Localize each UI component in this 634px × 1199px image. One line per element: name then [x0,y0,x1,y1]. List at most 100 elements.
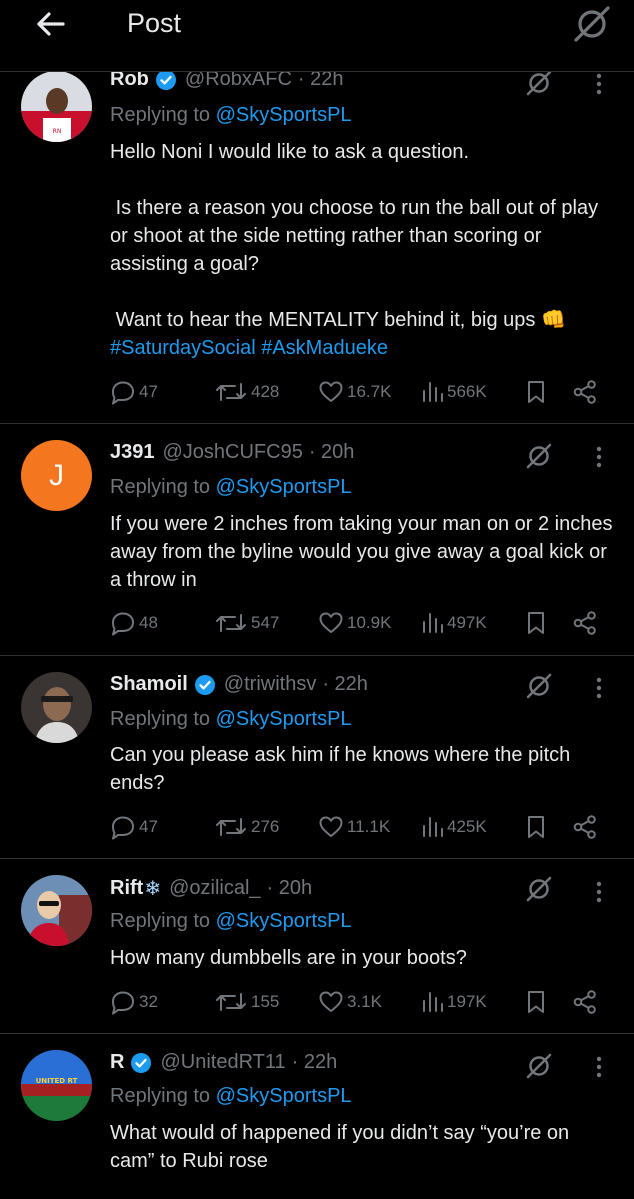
timestamp: · 20h [308,441,355,463]
more-vertical-icon [596,677,602,699]
mention-link[interactable]: @SkySportsPL [216,708,352,730]
reply-tweet[interactable]: Rift ❄ @ozilical_ · 20h Replying to @Sky… [0,859,634,1034]
repost-icon [216,818,246,836]
tweet-text: Can you please ask him if he knows where… [110,744,571,794]
tweet-header: J391 @JoshCUFC95 · 20h [110,441,524,464]
reply-button[interactable]: 32 [110,986,158,1018]
tweet-text: Hello Noni I would like to ask a questio… [110,138,615,362]
repost-icon [216,993,246,1011]
grok-button[interactable] [524,441,554,471]
avatar[interactable] [21,875,92,946]
repost-count: 155 [251,992,280,1011]
repost-count: 547 [251,613,280,632]
reply-icon [112,612,134,636]
mention-link[interactable]: @SkySportsPL [216,1085,352,1107]
view-count: 566K [447,382,487,401]
views-button[interactable]: 566K [420,376,487,408]
grok-button[interactable] [524,874,554,904]
bookmark-button[interactable] [524,986,548,1018]
avatar[interactable]: J [21,440,92,511]
repost-button[interactable]: 276 [214,811,279,843]
views-button[interactable]: 497K [420,607,487,639]
display-name[interactable]: Rift [110,877,143,900]
repost-button[interactable]: 428 [214,376,279,408]
action-bar: 47 428 16.7K 566K [110,376,610,408]
view-count: 197K [447,992,487,1011]
reply-count: 48 [139,613,158,632]
views-button[interactable]: 197K [420,986,487,1018]
repost-button[interactable]: 547 [214,607,279,639]
timestamp: · 22h [322,673,368,695]
like-button[interactable]: 3.1K [318,986,382,1018]
tweet-text: What would of happened if you didn’t say… [110,1122,570,1172]
grok-button[interactable] [524,1051,554,1081]
user-handle[interactable]: @UnitedRT11 [160,1051,285,1074]
share-icon [573,990,596,1014]
reply-count: 47 [139,817,158,836]
share-button[interactable] [572,607,598,639]
more-options-button[interactable] [584,877,614,907]
user-handle[interactable]: @ozilical_ [169,877,260,900]
reply-button[interactable]: 47 [110,811,158,843]
user-handle[interactable]: @JoshCUFC95 [163,441,303,464]
top-bar: Post [0,0,634,72]
grok-button[interactable] [570,4,614,44]
more-vertical-icon [596,73,602,95]
replying-to: Replying to @SkySportsPL [110,708,352,730]
reply-tweet[interactable]: UNITED RT R @UnitedRT11 · 22h Replying t… [0,1034,634,1199]
repost-icon [216,614,246,632]
view-count: 497K [447,613,487,632]
action-bar: 48 547 10.9K 497K [110,607,610,639]
share-button[interactable] [572,811,598,843]
bookmark-button[interactable] [524,607,548,639]
reply-button[interactable]: 47 [110,376,158,408]
repost-button[interactable]: 155 [214,986,279,1018]
hashtag-link[interactable]: #SaturdaySocial #AskMadueke [110,334,615,362]
like-button[interactable]: 11.1K [318,811,390,843]
mention-link[interactable]: @SkySportsPL [216,910,352,932]
avatar[interactable]: UNITED RT [21,1050,92,1121]
avatar[interactable] [21,672,92,743]
back-button[interactable] [28,6,72,42]
repost-count: 428 [251,382,280,401]
reply-count: 47 [139,382,158,401]
more-options-button[interactable] [584,442,614,472]
bookmark-button[interactable] [524,811,548,843]
replying-to: Replying to @SkySportsPL [110,104,352,126]
mention-link[interactable]: @SkySportsPL [216,476,352,498]
reply-tweet[interactable]: RN Rob @RobxAFC · 22h Replying to @SkySp… [0,68,634,424]
bookmark-button[interactable] [524,376,548,408]
grok-button[interactable] [524,68,554,98]
repost-icon [216,383,246,401]
grok-button[interactable] [524,671,554,701]
share-icon [573,380,596,404]
avatar-letter: J [49,458,64,492]
like-count: 3.1K [347,992,382,1011]
display-name[interactable]: J391 [110,441,155,464]
user-handle[interactable]: @triwithsv [224,673,317,696]
more-options-button[interactable] [584,69,614,99]
views-button[interactable]: 425K [420,811,487,843]
repost-count: 276 [251,817,280,836]
reply-feed: RN Rob @RobxAFC · 22h Replying to @SkySp… [0,68,634,1199]
reply-tweet[interactable]: J J391 @JoshCUFC95 · 20h Replying to @Sk… [0,424,634,656]
like-button[interactable]: 10.9K [318,607,391,639]
replying-to: Replying to @SkySportsPL [110,1085,352,1107]
page-title: Post [127,8,182,38]
display-name[interactable]: Shamoil [110,673,188,696]
grok-icon [526,876,552,902]
share-button[interactable] [572,986,598,1018]
share-button[interactable] [572,376,598,408]
reply-button[interactable]: 48 [110,607,158,639]
more-options-button[interactable] [584,1052,614,1082]
action-bar: 32 155 3.1K 197K [110,986,610,1018]
bookmark-icon [528,612,544,634]
display-name[interactable]: R [110,1051,124,1074]
views-chart-icon [423,817,443,837]
like-button[interactable]: 16.7K [318,376,391,408]
avatar[interactable]: RN [21,71,92,142]
reply-tweet[interactable]: Shamoil @triwithsv · 22h Replying to @Sk… [0,656,634,859]
like-count: 10.9K [347,613,392,632]
more-options-button[interactable] [584,673,614,703]
mention-link[interactable]: @SkySportsPL [216,104,352,126]
